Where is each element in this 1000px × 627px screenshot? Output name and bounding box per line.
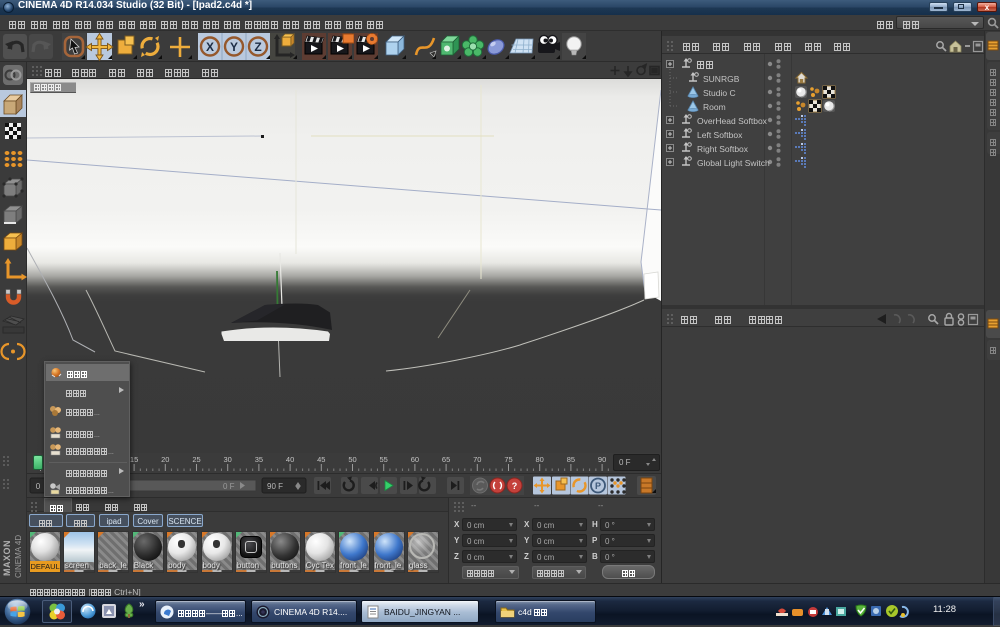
svg-text:45: 45 (317, 455, 325, 464)
svg-text:55: 55 (380, 455, 388, 464)
svg-text:X: X (206, 40, 214, 54)
svg-text:90: 90 (598, 455, 606, 464)
svg-text:65: 65 (442, 455, 450, 464)
svg-text:0: 0 (36, 482, 41, 491)
svg-text:?: ? (512, 481, 518, 491)
svg-text:60: 60 (411, 455, 419, 464)
svg-text:80: 80 (536, 455, 544, 464)
svg-text:Z: Z (254, 40, 261, 54)
svg-text:85: 85 (567, 455, 575, 464)
svg-text:25: 25 (192, 455, 200, 464)
svg-text:0 F: 0 F (223, 482, 235, 491)
svg-text:75: 75 (504, 455, 512, 464)
svg-text:15: 15 (130, 455, 138, 464)
svg-text:40: 40 (286, 455, 294, 464)
svg-text:P: P (595, 481, 601, 491)
svg-text:Y: Y (230, 40, 238, 54)
svg-text:50: 50 (348, 455, 356, 464)
svg-text:70: 70 (473, 455, 481, 464)
svg-text:35: 35 (255, 455, 263, 464)
svg-text:90 F: 90 F (267, 482, 283, 491)
svg-text:20: 20 (161, 455, 169, 464)
svg-text:30: 30 (224, 455, 232, 464)
